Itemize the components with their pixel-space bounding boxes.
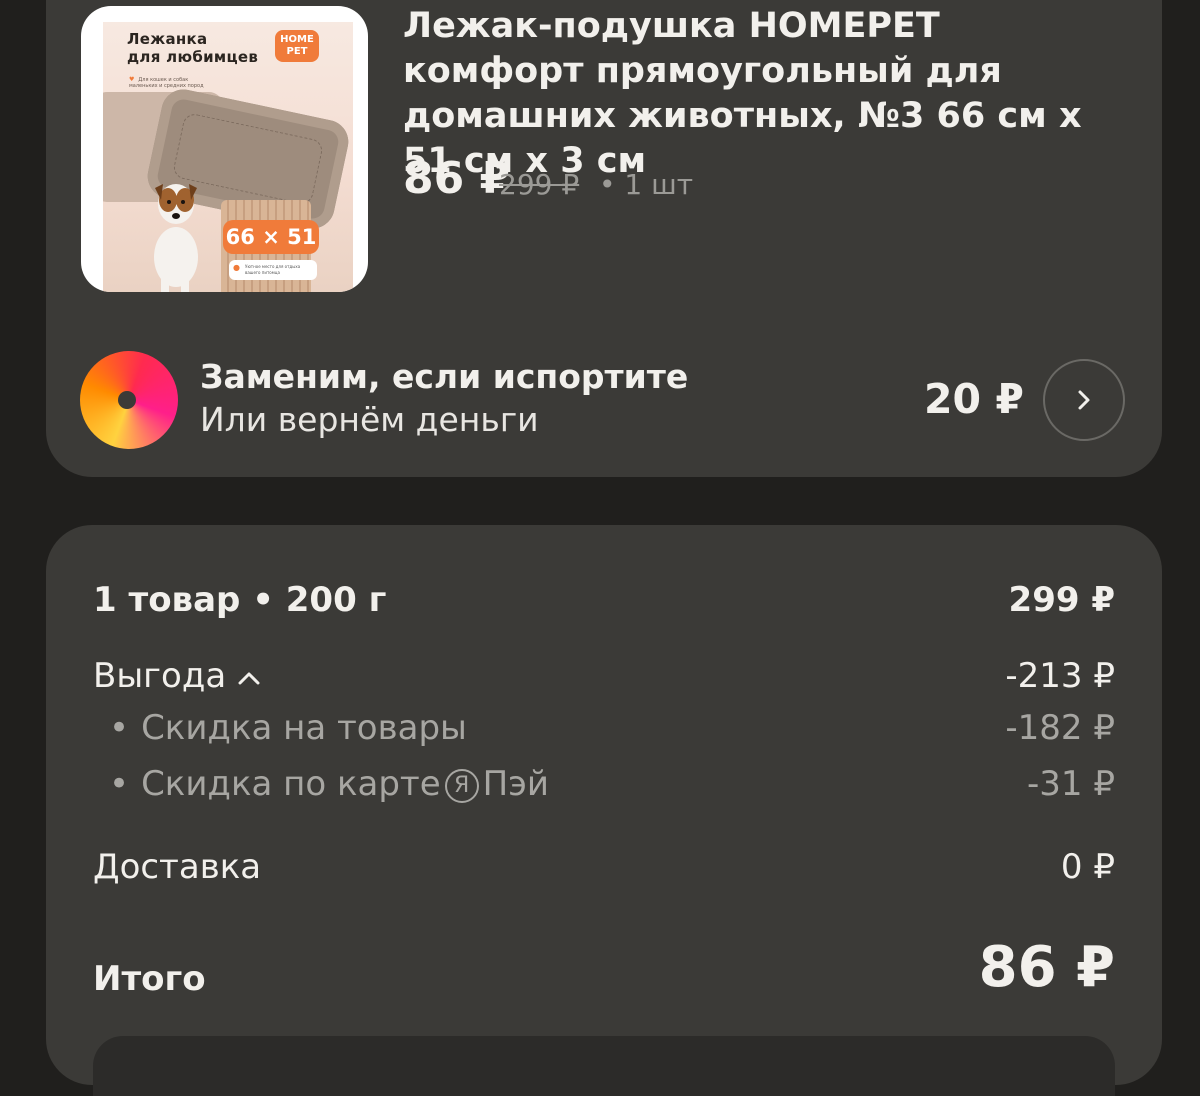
size-badge: 66 × 51 см: [223, 220, 319, 283]
chevron-right-icon: [1078, 390, 1090, 410]
items-value: 299 ₽: [1008, 580, 1115, 620]
insurance-subtitle: Или вернём деньги: [200, 400, 539, 439]
image-note: Уютное место для отдыха вашего питомца: [229, 260, 317, 280]
discount-goods-row: • Скидка на товары -182 ₽: [93, 708, 1115, 754]
quantity-label: • 1 шт: [599, 168, 694, 201]
product-photo: Лежанка для любимцев HOME PET Для кошек …: [103, 22, 353, 292]
brand-logo: HOME PET: [275, 30, 319, 62]
insurance-details-button[interactable]: [1043, 359, 1125, 441]
total-value: 86 ₽: [978, 935, 1115, 1000]
product-title[interactable]: Лежак-подушка HOMEPET комфорт прямоуголь…: [403, 4, 1123, 184]
items-label: 1 товар • 200 г: [93, 580, 387, 620]
benefit-value: -213 ₽: [1005, 656, 1115, 696]
total-row: Итого 86 ₽: [93, 935, 1115, 1005]
benefit-row[interactable]: Выгода -213 ₽: [93, 656, 1115, 702]
image-headline: Лежанка для любимцев: [127, 30, 259, 66]
discount-card-row: • Скидка по карте Я Пэй -31 ₽: [93, 764, 1115, 810]
product-image[interactable]: Лежанка для любимцев HOME PET Для кошек …: [81, 6, 368, 292]
discount-card-label: • Скидка по карте Я Пэй: [109, 764, 549, 804]
delivery-label: Доставка: [93, 847, 262, 887]
image-subtext: Для кошек и собак маленьких и средних по…: [129, 77, 209, 89]
discount-goods-label: • Скидка на товары: [109, 708, 467, 748]
yandex-pay-badge-icon: Я: [444, 769, 479, 803]
chevron-up-icon[interactable]: [236, 668, 262, 688]
items-row: 1 товар • 200 г 299 ₽: [93, 580, 1115, 626]
insurance-title: Заменим, если испортите: [200, 357, 689, 396]
benefit-label[interactable]: Выгода: [93, 656, 262, 696]
next-section-edge: [93, 1036, 1115, 1096]
order-summary-card: 1 товар • 200 г 299 ₽ Выгода -213 ₽ • Ски…: [46, 525, 1162, 1096]
delivery-value: 0 ₽: [1060, 847, 1115, 887]
price-current: 86 ₽: [403, 153, 511, 204]
discount-card-value: -31 ₽: [1027, 764, 1115, 804]
insurance-price: 20 ₽: [924, 375, 1024, 423]
total-label: Итого: [93, 959, 206, 999]
price-old: 299 ₽: [499, 168, 580, 201]
discount-goods-value: -182 ₽: [1005, 708, 1115, 748]
insurance-logo-icon: [80, 351, 178, 449]
delivery-row: Доставка 0 ₽: [93, 847, 1115, 893]
dog-illustration: [154, 184, 198, 292]
product-card: Лежанка для любимцев HOME PET Для кошек …: [46, 0, 1162, 477]
